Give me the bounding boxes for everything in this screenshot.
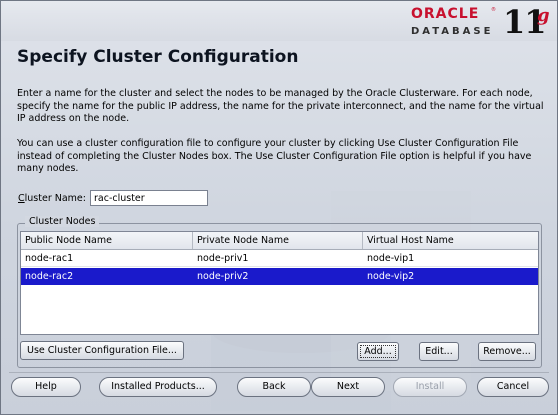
virtual-host-cell: node-vip1 bbox=[367, 253, 415, 264]
logo-oracle: ORACLE bbox=[411, 6, 480, 22]
page-title: Specify Cluster Configuration bbox=[17, 47, 299, 67]
column-header-private-node[interactable]: Private Node Name bbox=[193, 232, 363, 249]
oracle-database-11g-logo: ORACLE ® DATABASE 11 g bbox=[381, 3, 550, 42]
logo-database: DATABASE bbox=[411, 26, 494, 37]
footer-separator bbox=[9, 372, 549, 373]
column-header-public-node[interactable]: Public Node Name bbox=[21, 232, 193, 249]
use-cluster-config-file-button[interactable]: Use Cluster Configuration File... bbox=[20, 341, 184, 360]
installer-window: ORACLE ® DATABASE 11 g Specify Cluster C… bbox=[0, 0, 558, 415]
cluster-nodes-legend: Cluster Nodes bbox=[25, 216, 100, 227]
column-header-virtual-host[interactable]: Virtual Host Name bbox=[363, 232, 538, 249]
intro-paragraph-2: You can use a cluster configuration file… bbox=[17, 138, 532, 175]
cluster-nodes-table[interactable]: Public Node Name Private Node Name Virtu… bbox=[20, 231, 539, 335]
table-row[interactable]: node-rac1 node-priv1 node-vip1 bbox=[21, 250, 538, 267]
cancel-button[interactable]: Cancel bbox=[477, 377, 549, 397]
table-row-selected[interactable]: node-rac2 node-priv2 node-vip2 bbox=[21, 268, 538, 285]
back-button[interactable]: Back bbox=[237, 377, 311, 397]
cluster-name-input[interactable] bbox=[90, 190, 208, 206]
help-button[interactable]: Help bbox=[11, 377, 81, 397]
install-button[interactable]: Install bbox=[393, 377, 467, 397]
cluster-name-label: Cluster Name: bbox=[18, 193, 86, 204]
logo-registered: ® bbox=[491, 7, 496, 13]
private-node-cell: node-priv2 bbox=[197, 271, 249, 282]
remove-node-button[interactable]: Remove... bbox=[478, 342, 536, 361]
logo-version-suffix: g bbox=[537, 5, 550, 26]
table-header: Public Node Name Private Node Name Virtu… bbox=[21, 232, 538, 250]
intro-paragraph-1: Enter a name for the cluster and select … bbox=[17, 88, 544, 125]
virtual-host-cell: node-vip2 bbox=[367, 271, 415, 282]
cluster-name-label-text: luster Name: bbox=[24, 193, 86, 204]
private-node-cell: node-priv1 bbox=[197, 253, 249, 264]
installed-products-button[interactable]: Installed Products... bbox=[99, 377, 217, 397]
cluster-name-mnemonic: C bbox=[18, 193, 25, 204]
public-node-cell: node-rac1 bbox=[25, 253, 74, 264]
next-button[interactable]: Next bbox=[311, 377, 385, 397]
public-node-cell: node-rac2 bbox=[25, 271, 74, 282]
add-node-button[interactable]: Add... bbox=[357, 342, 399, 361]
edit-node-button[interactable]: Edit... bbox=[419, 342, 459, 361]
